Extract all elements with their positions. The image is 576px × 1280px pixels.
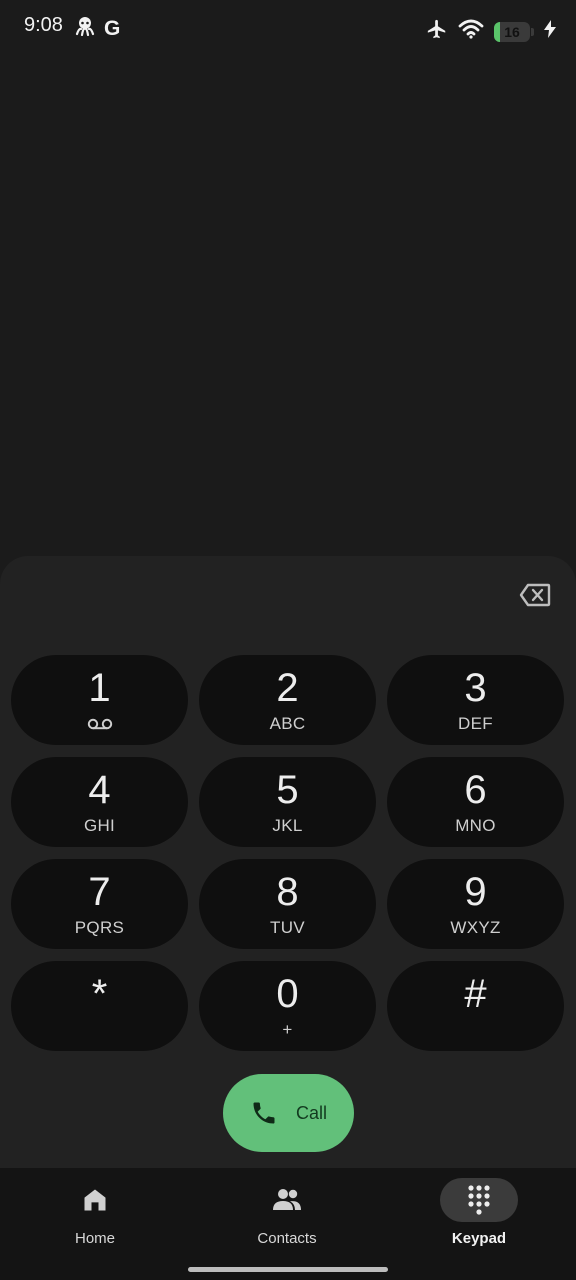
phone-icon	[253, 1102, 275, 1124]
nav-contacts[interactable]: Contacts	[227, 1178, 347, 1247]
key-digit: 9	[464, 870, 487, 914]
key-digit: 5	[276, 768, 299, 812]
key-digit: #	[464, 972, 487, 1016]
key-8[interactable]: 8 TUV	[199, 859, 376, 949]
voicemail-icon	[87, 714, 113, 734]
key-digit: 7	[88, 870, 111, 914]
battery-level: 16	[504, 23, 520, 40]
nav-home[interactable]: Home	[35, 1178, 155, 1247]
status-notification-icons: G	[74, 16, 120, 41]
dialpad-icon	[468, 1185, 490, 1215]
key-digit: 0	[276, 972, 299, 1016]
key-5[interactable]: 5 JKL	[199, 757, 376, 847]
phone-screen: 9:08 G 16 1 2 ABC 3 DEF 4 GHI 5 JKL 6 MN…	[0, 0, 576, 1280]
gesture-home-indicator[interactable]	[188, 1267, 388, 1272]
contacts-icon	[273, 1189, 301, 1210]
key-digit: 4	[88, 768, 111, 812]
key-letters: JKL	[272, 816, 303, 835]
key-4[interactable]: 4 GHI	[11, 757, 188, 847]
key-digit: 6	[464, 768, 487, 812]
key-letters: GHI	[83, 816, 116, 835]
bottom-navigation: Home Contacts Keypad	[0, 1168, 576, 1280]
nav-label: Keypad	[451, 1230, 507, 1247]
key-digit: 8	[276, 870, 299, 914]
charging-bolt-icon	[544, 20, 556, 43]
backspace-icon	[519, 583, 551, 607]
key-9[interactable]: 9 WXYZ	[387, 859, 564, 949]
battery-icon: 16	[494, 21, 530, 42]
nav-icon-container	[56, 1178, 134, 1222]
key-letters: ABC	[269, 714, 306, 733]
call-label: Call	[295, 1102, 327, 1123]
nav-label: Home	[74, 1230, 115, 1247]
call-button[interactable]: Call	[223, 1074, 354, 1152]
key-digit: *	[91, 972, 108, 1016]
octopus-icon	[74, 16, 96, 41]
nav-keypad[interactable]: Keypad	[419, 1178, 539, 1247]
key-hash[interactable]: #	[387, 961, 564, 1051]
key-digit: 3	[464, 666, 487, 710]
key-1[interactable]: 1	[11, 655, 188, 745]
key-2[interactable]: 2 ABC	[199, 655, 376, 745]
key-digit: 1	[88, 666, 111, 710]
key-digit: 2	[276, 666, 299, 710]
key-3[interactable]: 3 DEF	[387, 655, 564, 745]
key-0[interactable]: 0 +	[199, 961, 376, 1051]
key-letters: MNO	[455, 816, 496, 835]
google-g-icon: G	[104, 16, 121, 40]
key-letters: +	[282, 1020, 293, 1039]
status-bar: 9:08 G 16	[0, 0, 576, 56]
airplane-icon	[426, 18, 448, 45]
keypad-grid: 1 2 ABC 3 DEF 4 GHI 5 JKL 6 MNO 7 PQRS 8…	[11, 655, 565, 1051]
nav-label: Contacts	[257, 1230, 317, 1247]
nav-icon-container	[440, 1178, 518, 1222]
key-letters: DEF	[458, 714, 493, 733]
key-letters: WXYZ	[450, 918, 501, 937]
nav-icon-container	[248, 1178, 326, 1222]
key-6[interactable]: 6 MNO	[387, 757, 564, 847]
key-letters: PQRS	[74, 918, 125, 937]
home-icon	[84, 1189, 106, 1211]
key-7[interactable]: 7 PQRS	[11, 859, 188, 949]
key-star[interactable]: *	[11, 961, 188, 1051]
status-time: 9:08	[24, 14, 63, 36]
battery-tip	[531, 27, 534, 36]
key-letters: TUV	[270, 918, 305, 937]
status-system-icons: 16	[426, 18, 556, 45]
wifi-icon	[458, 19, 484, 44]
backspace-button[interactable]	[518, 582, 552, 608]
dialpad-sheet: 1 2 ABC 3 DEF 4 GHI 5 JKL 6 MNO 7 PQRS 8…	[0, 556, 576, 1168]
battery-fill	[494, 21, 500, 42]
